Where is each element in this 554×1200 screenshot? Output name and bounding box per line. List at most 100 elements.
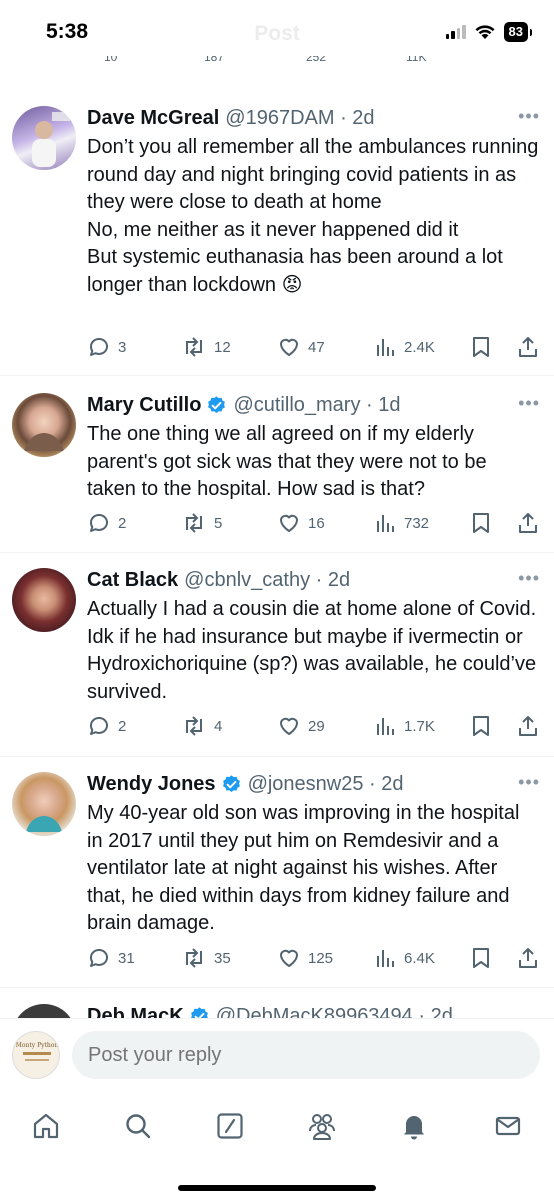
search-icon xyxy=(126,1114,151,1139)
heart-icon xyxy=(280,514,298,532)
view-count: 732 xyxy=(404,514,430,532)
views-button[interactable]: 2.4K xyxy=(375,335,435,359)
author-name[interactable]: Dave McGreal xyxy=(87,107,219,130)
reply-button[interactable]: 2 xyxy=(87,511,126,535)
tweet-text: Don’t you all remember all the ambulance… xyxy=(87,136,539,296)
like-button[interactable]: 16 xyxy=(277,511,325,535)
views-button[interactable]: 1.7K xyxy=(375,714,435,738)
reply-button[interactable]: 31 xyxy=(87,946,135,970)
reply-count: 2 xyxy=(118,514,127,532)
monty-python-logo: Monty Python xyxy=(16,1042,59,1061)
reply-input[interactable] xyxy=(72,1031,540,1079)
like-button[interactable]: 125 xyxy=(277,946,333,970)
tweet-text: The one thing we all agreed on if my eld… xyxy=(87,423,487,500)
user-avatar[interactable]: Monty Python xyxy=(12,1031,60,1079)
tab-grok[interactable] xyxy=(210,1106,250,1146)
repost-button[interactable]: 5 xyxy=(181,511,222,535)
status-bar: Post 5:38 83 xyxy=(0,0,554,64)
repost-button[interactable]: 35 xyxy=(181,946,231,970)
like-count: 125 xyxy=(308,949,334,967)
reply-button[interactable]: 2 xyxy=(87,714,126,738)
repost-count: 35 xyxy=(214,949,231,967)
author-name[interactable]: Cat Black xyxy=(87,569,178,592)
share-icon xyxy=(519,513,537,533)
tweet[interactable]: Deb MacK @DebMacK89963494 · 2d xyxy=(0,990,554,1020)
reply-icon xyxy=(89,338,108,356)
tab-notifications[interactable] xyxy=(394,1106,434,1146)
bookmark-button[interactable] xyxy=(471,714,491,738)
repost-count: 5 xyxy=(214,514,223,532)
verified-badge-icon xyxy=(208,395,226,413)
like-button[interactable]: 47 xyxy=(277,335,325,359)
tab-home[interactable] xyxy=(26,1106,66,1146)
avatar[interactable] xyxy=(12,772,76,836)
repost-icon xyxy=(186,716,202,736)
analytics-icon xyxy=(377,950,394,967)
like-button[interactable]: 29 xyxy=(277,714,325,738)
bookmark-icon xyxy=(473,337,489,357)
bookmark-button[interactable] xyxy=(471,946,491,970)
bookmark-icon xyxy=(473,948,489,968)
tweet-header: Wendy Jones @jonesnw25 · 2d xyxy=(87,770,540,798)
ghost-reply-count: 10 xyxy=(104,56,118,64)
analytics-icon xyxy=(377,339,394,356)
author-handle[interactable]: @1967DAM · 2d xyxy=(225,107,374,130)
reply-button[interactable]: 3 xyxy=(87,335,126,359)
view-count: 1.7K xyxy=(404,717,435,735)
avatar[interactable] xyxy=(12,106,76,170)
status-time: 5:38 xyxy=(46,20,89,43)
more-options-icon[interactable]: ••• xyxy=(518,568,540,589)
battery-indicator: 83 xyxy=(503,22,528,42)
like-count: 29 xyxy=(308,717,325,735)
share-button[interactable] xyxy=(517,335,539,359)
tweet[interactable]: Dave McGreal @1967DAM · 2d ••• Don’t you… xyxy=(0,90,554,376)
tweet[interactable]: Mary Cutillo @cutillo_mary · 1d ••• The … xyxy=(0,377,554,553)
avatar[interactable] xyxy=(12,393,76,457)
author-name[interactable]: Wendy Jones xyxy=(87,773,216,796)
verified-badge-icon xyxy=(222,774,240,792)
tweet-actions: 3 12 47 2.4K xyxy=(87,335,540,361)
reply-icon xyxy=(89,949,108,967)
bell-icon xyxy=(404,1116,424,1140)
heart-icon xyxy=(280,338,298,356)
author-handle[interactable]: @cutillo_mary · 1d xyxy=(233,394,400,417)
tweet[interactable]: Wendy Jones @jonesnw25 · 2d ••• My 40-ye… xyxy=(0,758,554,988)
more-options-icon[interactable]: ••• xyxy=(518,772,540,793)
tab-messages[interactable] xyxy=(488,1106,528,1146)
author-handle[interactable]: @cbnlv_cathy · 2d xyxy=(184,569,350,592)
author-name[interactable]: Mary Cutillo xyxy=(87,394,201,417)
tweet[interactable]: Cat Black @cbnlv_cathy · 2d ••• Actually… xyxy=(0,554,554,757)
reply-icon xyxy=(89,717,108,735)
tweet-text: Actually I had a cousin die at home alon… xyxy=(87,598,537,703)
more-options-icon[interactable]: ••• xyxy=(518,106,540,127)
author-handle[interactable]: @jonesnw25 · 2d xyxy=(248,773,404,796)
reply-composer: Monty Python xyxy=(0,1018,554,1096)
tab-communities[interactable] xyxy=(302,1106,342,1146)
share-button[interactable] xyxy=(517,511,539,535)
tab-search[interactable] xyxy=(118,1106,158,1146)
bookmark-button[interactable] xyxy=(471,511,491,535)
view-count: 6.4K xyxy=(404,949,435,967)
repost-icon xyxy=(186,948,202,968)
more-options-icon[interactable]: ••• xyxy=(518,393,540,414)
grok-icon xyxy=(217,1113,243,1139)
avatar[interactable] xyxy=(12,568,76,632)
cellular-signal-icon xyxy=(445,25,466,39)
wifi-icon xyxy=(475,25,495,39)
like-count: 47 xyxy=(308,338,325,356)
share-icon xyxy=(519,948,537,968)
tweet-header: Mary Cutillo @cutillo_mary · 1d xyxy=(87,391,540,419)
tweet-header: Dave McGreal @1967DAM · 2d xyxy=(87,104,540,132)
share-button[interactable] xyxy=(517,946,539,970)
bookmark-button[interactable] xyxy=(471,335,491,359)
share-icon xyxy=(519,337,537,357)
views-button[interactable]: 6.4K xyxy=(375,946,435,970)
repost-button[interactable]: 12 xyxy=(181,335,231,359)
share-button[interactable] xyxy=(517,714,539,738)
repost-button[interactable]: 4 xyxy=(181,714,222,738)
svg-text:Monty Python: Monty Python xyxy=(16,1042,59,1049)
ghost-repost-count: 187 xyxy=(204,56,225,64)
repost-icon xyxy=(186,513,202,533)
views-button[interactable]: 732 xyxy=(375,511,429,535)
analytics-icon xyxy=(377,515,394,532)
